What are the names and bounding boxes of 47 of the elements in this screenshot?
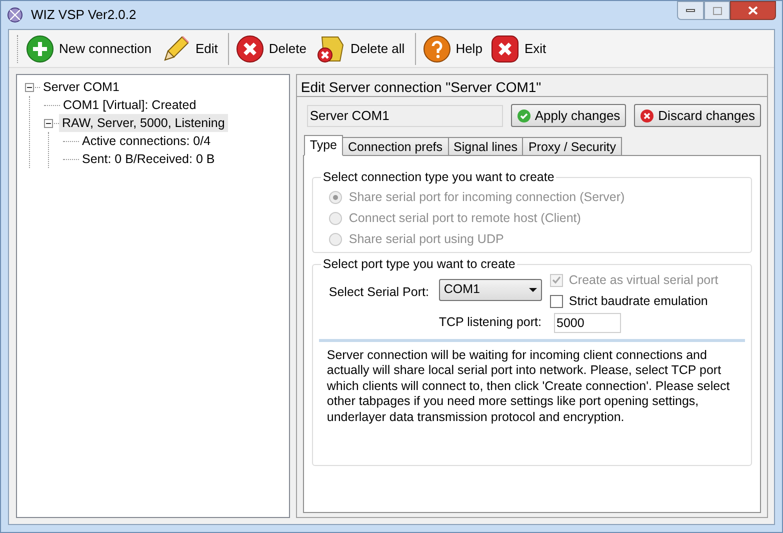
close-icon bbox=[491, 34, 520, 62]
window-title: WIZ VSP Ver2.0.2 bbox=[31, 6, 136, 24]
toolbar-button[interactable]: New connection bbox=[23, 32, 154, 64]
toolbar-button[interactable]: Delete all bbox=[312, 32, 408, 64]
name-field[interactable]: Server COM1 bbox=[306, 104, 503, 126]
tree-item[interactable]: COM1 [Virtual]: Created bbox=[60, 96, 200, 114]
checkbox-label: Create as virtual serial port bbox=[568, 272, 718, 289]
field-label: TCP listening port: bbox=[438, 314, 542, 332]
collapse-toggle[interactable] bbox=[44, 118, 53, 128]
toolbar-button[interactable]: Delete bbox=[232, 32, 310, 64]
check-icon bbox=[516, 108, 531, 122]
checkbox[interactable] bbox=[550, 294, 563, 308]
dropdown-arrow-icon bbox=[528, 288, 537, 292]
help-icon bbox=[422, 34, 451, 62]
close-button[interactable] bbox=[730, 1, 776, 20]
toolbar-button[interactable]: Edit bbox=[158, 32, 221, 64]
field-label: Select Serial Port: bbox=[328, 284, 430, 300]
cancel-icon bbox=[640, 108, 654, 122]
discard-button[interactable]: Discard changes bbox=[634, 104, 761, 127]
tree-item[interactable]: RAW, Server, 5000, Listening bbox=[59, 114, 228, 132]
group-legend: Select connection type you want to create bbox=[320, 168, 556, 187]
delete-icon bbox=[236, 34, 264, 62]
tab[interactable]: Type bbox=[304, 135, 343, 156]
tree-item[interactable]: Active connections: 0/4 bbox=[79, 132, 214, 150]
app-icon bbox=[7, 7, 23, 23]
close-icon bbox=[748, 6, 758, 15]
radio-label: Share serial port using UDP bbox=[348, 230, 504, 248]
tab[interactable]: Signal lines bbox=[448, 137, 524, 156]
radio-label: Connect serial port to remote host (Client) bbox=[348, 210, 581, 227]
checkbox-label: Strict baudrate emulation bbox=[568, 292, 708, 310]
plus-icon bbox=[26, 34, 54, 62]
panel-title: Edit Server connection "Server COM1" bbox=[296, 75, 767, 97]
tcp-port-field[interactable]: 5000 bbox=[554, 312, 620, 332]
tree-item[interactable]: Server COM1 bbox=[40, 78, 122, 96]
delete-all-icon bbox=[315, 34, 346, 64]
description-text: Server connection will be waiting for incoming client connections and actually will share local serial port into network. Please, select TCP port which clients will connect to, then click 'Create connection'. Please select other tabpages if you need more settings like port opening settings, underlayer data transmission protocol and encryption. bbox=[326, 348, 731, 425]
group-legend: Select port type you want to create bbox=[320, 254, 518, 274]
toolbar-button[interactable]: Help bbox=[420, 32, 486, 64]
collapse-toggle[interactable] bbox=[25, 82, 34, 92]
tab[interactable]: Connection prefs bbox=[342, 137, 449, 156]
toolbar-button[interactable]: Exit bbox=[488, 32, 550, 64]
tree-item[interactable]: Sent: 0 B/Received: 0 B bbox=[79, 150, 218, 168]
radio-label: Share serial port for incoming connection (Server) bbox=[348, 188, 625, 206]
tab[interactable]: Proxy / Security bbox=[522, 137, 622, 156]
apply-button[interactable]: Apply changes bbox=[510, 104, 626, 127]
serial-port-dropdown[interactable]: COM1 bbox=[438, 278, 542, 300]
minimize-button[interactable] bbox=[677, 1, 704, 20]
